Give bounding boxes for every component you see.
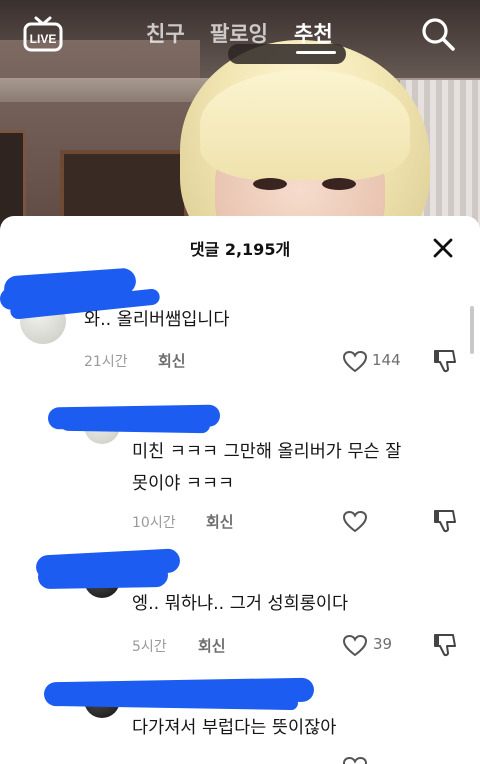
comment-count-title: 댓글 2,195개 (189, 240, 291, 259)
eye (253, 178, 287, 190)
comment-item: 다가져서 부럽다는 뜻이잖아 (0, 676, 470, 764)
tab-friends[interactable]: 친구 (146, 18, 185, 48)
live-icon[interactable]: LIVE (22, 16, 64, 52)
comment-text: 미친 ㅋㅋㅋ 그만해 올리버가 무슨 잘 못이야 ㅋㅋㅋ (132, 442, 402, 494)
reply-button[interactable]: 회신 (158, 350, 186, 371)
comment-text: 와.. 올리버쌤입니다 (84, 310, 230, 330)
comment-text: 엥.. 뭐하냐.. 그거 성희롱이다 (132, 594, 349, 614)
reply-button[interactable]: 회신 (206, 511, 234, 532)
comment-time: 10시간 (132, 515, 176, 531)
comment-text: 다가져서 부럽다는 뜻이잖아 (132, 718, 337, 738)
active-tab-indicator (296, 51, 336, 54)
heart-icon[interactable] (342, 510, 368, 534)
dislike-icon[interactable] (432, 632, 458, 658)
comment-item: 와.. 올리버쌤입니다 21시간 회신 144 (0, 262, 470, 392)
comment-item: 엥.. 뭐하냐.. 그거 성희롱이다 5시간 회신 39 (0, 548, 470, 668)
scrollbar[interactable] (470, 306, 474, 354)
close-icon[interactable] (432, 237, 454, 259)
live-label: LIVE (30, 32, 57, 46)
tab-recommend[interactable]: 추천 (294, 18, 333, 48)
dislike-icon[interactable] (432, 508, 458, 534)
heart-icon[interactable] (342, 756, 368, 764)
eye (322, 178, 356, 190)
reply-button[interactable]: 회신 (198, 635, 226, 656)
like-count: 144 (372, 351, 401, 369)
comment-item: 미친 ㅋㅋㅋ 그만해 올리버가 무슨 잘 못이야 ㅋㅋㅋ 10시간 회신 (0, 396, 470, 546)
search-icon[interactable] (420, 16, 456, 52)
heart-icon[interactable] (342, 350, 368, 374)
comment-sheet: 댓글 2,195개 와.. 올리버쌤입니다 21시간 회신 144 미친 ㅋㅋㅋ… (0, 216, 480, 764)
redacted-username (37, 562, 169, 590)
tab-following[interactable]: 팔로잉 (210, 18, 268, 48)
dislike-icon[interactable] (432, 348, 458, 374)
person-bangs (200, 70, 410, 180)
comment-time: 21시간 (84, 354, 128, 370)
comment-time: 5시간 (132, 639, 167, 655)
like-count: 39 (373, 635, 393, 653)
redacted-username (59, 414, 211, 434)
heart-icon[interactable] (342, 634, 368, 658)
top-navigation: LIVE 친구 팔로잉 추천 (0, 0, 480, 70)
